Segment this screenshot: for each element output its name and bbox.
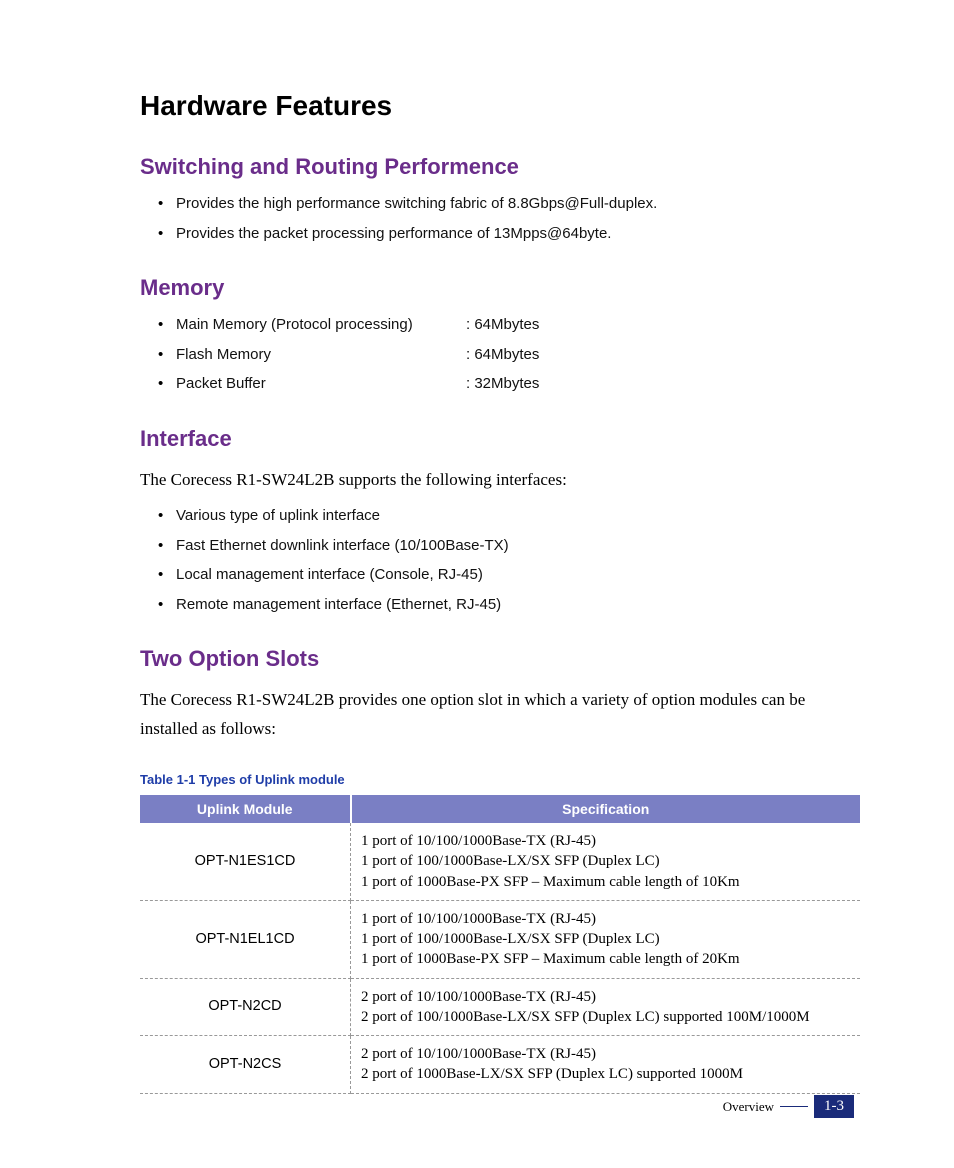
section-memory-heading: Memory bbox=[140, 275, 854, 301]
cell-module: OPT-N2CS bbox=[140, 1036, 351, 1094]
table-row: OPT-N2CD 2 port of 10/100/1000Base-TX (R… bbox=[140, 978, 860, 1036]
list-item: Fast Ethernet downlink interface (10/100… bbox=[158, 536, 854, 556]
cell-module: OPT-N1EL1CD bbox=[140, 900, 351, 978]
cell-spec: 2 port of 10/100/1000Base-TX (RJ-45)2 po… bbox=[351, 1036, 861, 1094]
uplink-table: Uplink Module Specification OPT-N1ES1CD … bbox=[140, 795, 860, 1094]
section-switching-heading: Switching and Routing Performence bbox=[140, 154, 854, 180]
mem-value: : 32Mbytes bbox=[466, 374, 539, 394]
section-slots-heading: Two Option Slots bbox=[140, 646, 854, 672]
cell-module: OPT-N2CD bbox=[140, 978, 351, 1036]
cell-module: OPT-N1ES1CD bbox=[140, 823, 351, 900]
list-item: Provides the high performance switching … bbox=[158, 194, 854, 214]
list-item: Local management interface (Console, RJ-… bbox=[158, 565, 854, 585]
section-interface-heading: Interface bbox=[140, 426, 854, 452]
list-item: Various type of uplink interface bbox=[158, 506, 854, 526]
mem-value: : 64Mbytes bbox=[466, 315, 539, 335]
table-row: OPT-N1ES1CD 1 port of 10/100/1000Base-TX… bbox=[140, 823, 860, 900]
col-specification: Specification bbox=[351, 795, 861, 823]
table-caption: Table 1-1 Types of Uplink module bbox=[140, 772, 854, 787]
memory-list: Main Memory (Protocol processing): 64Mby… bbox=[158, 315, 854, 394]
mem-value: : 64Mbytes bbox=[466, 345, 539, 365]
mem-label: Packet Buffer bbox=[176, 374, 466, 394]
table-row: OPT-N1EL1CD 1 port of 10/100/1000Base-TX… bbox=[140, 900, 860, 978]
mem-label: Main Memory (Protocol processing) bbox=[176, 315, 466, 335]
list-item: Packet Buffer: 32Mbytes bbox=[158, 374, 854, 394]
cell-spec: 2 port of 10/100/1000Base-TX (RJ-45)2 po… bbox=[351, 978, 861, 1036]
list-item: Main Memory (Protocol processing): 64Mby… bbox=[158, 315, 854, 335]
cell-spec: 1 port of 10/100/1000Base-TX (RJ-45)1 po… bbox=[351, 823, 861, 900]
footer-page: 1-3 bbox=[814, 1095, 854, 1118]
table-header-row: Uplink Module Specification bbox=[140, 795, 860, 823]
page: Hardware Features Switching and Routing … bbox=[0, 0, 954, 1168]
mem-label: Flash Memory bbox=[176, 345, 466, 365]
footer-label: Overview bbox=[723, 1099, 774, 1115]
switching-list: Provides the high performance switching … bbox=[158, 194, 854, 243]
footer: Overview 1-3 bbox=[723, 1095, 854, 1118]
list-item: Provides the packet processing performan… bbox=[158, 224, 854, 244]
slots-intro: The Corecess R1-SW24L2B provides one opt… bbox=[140, 686, 854, 744]
cell-spec: 1 port of 10/100/1000Base-TX (RJ-45)1 po… bbox=[351, 900, 861, 978]
interface-intro: The Corecess R1-SW24L2B supports the fol… bbox=[140, 466, 854, 495]
list-item: Remote management interface (Ethernet, R… bbox=[158, 595, 854, 615]
col-uplink-module: Uplink Module bbox=[140, 795, 351, 823]
table-row: OPT-N2CS 2 port of 10/100/1000Base-TX (R… bbox=[140, 1036, 860, 1094]
footer-line bbox=[780, 1106, 808, 1107]
interface-list: Various type of uplink interface Fast Et… bbox=[158, 506, 854, 614]
list-item: Flash Memory: 64Mbytes bbox=[158, 345, 854, 365]
page-title: Hardware Features bbox=[140, 90, 854, 122]
